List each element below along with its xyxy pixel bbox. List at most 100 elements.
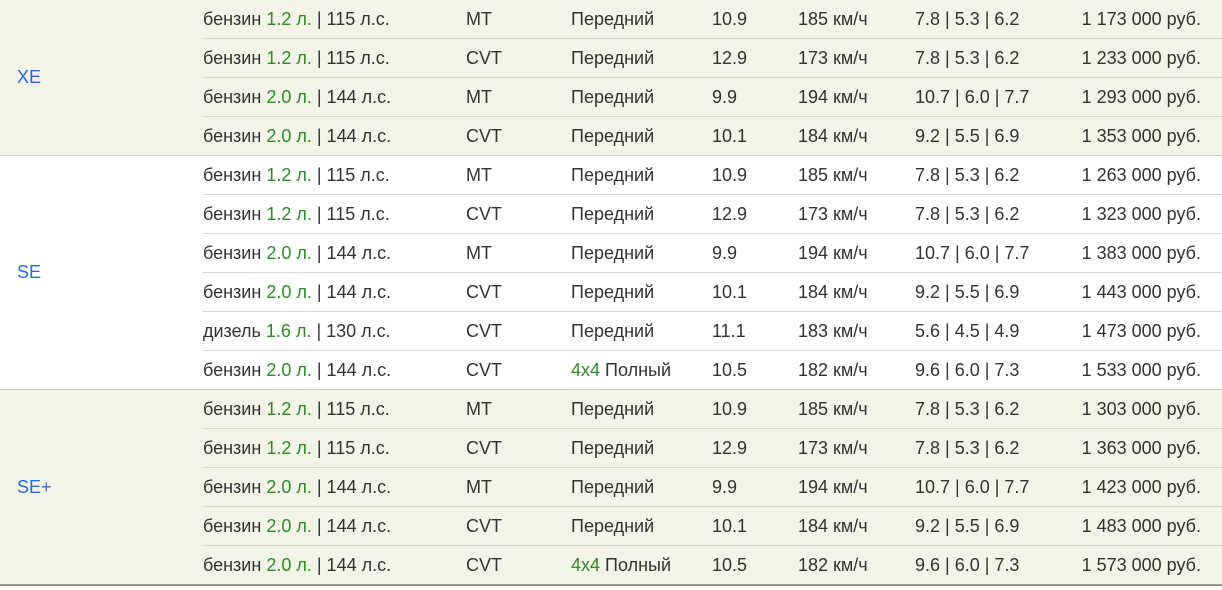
- trim-rows: бензин 1.2 л. | 115 л.с. MT Передний 10.9 18…: [203, 0, 1222, 155]
- engine-power: | 144 л.с.: [316, 516, 392, 536]
- top-speed-cell: 185 км/ч: [798, 9, 868, 29]
- trim-group: XE бензин 1.2 л. | 115 л.с. MT Передний 10.9…: [0, 0, 1222, 156]
- fuel-type: бензин: [203, 516, 262, 536]
- drive-cell: 4x4 Полный: [571, 351, 671, 389]
- engine-cell: бензин 1.2 л. | 115 л.с.: [203, 195, 390, 233]
- engine-volume: 1.2 л.: [266, 204, 312, 224]
- price-cell: 1 233 000 руб.: [1081, 48, 1201, 68]
- drive-type: Передний: [571, 282, 655, 302]
- engine-cell: бензин 1.2 л. | 115 л.с.: [203, 429, 390, 467]
- drive-type: Передний: [571, 477, 655, 497]
- drive-cell: Передний: [571, 273, 654, 311]
- fuel-type: бензин: [203, 165, 262, 185]
- engine-cell: бензин 1.2 л. | 115 л.с.: [203, 390, 390, 428]
- fuel-consumption-cell: 10.7 | 6.0 | 7.7: [915, 477, 1030, 497]
- acceleration-cell: 12.9: [712, 204, 748, 224]
- drive-cell: Передний: [571, 156, 654, 194]
- transmission-cell: MT: [466, 399, 492, 419]
- drive-cell: Передний: [571, 507, 654, 545]
- trim-group: SE бензин 1.2 л. | 115 л.с. MT Передний 10.9…: [0, 156, 1222, 390]
- price-cell: 1 293 000 руб.: [1081, 87, 1201, 107]
- engine-cell: бензин 2.0 л. | 144 л.с.: [203, 234, 391, 272]
- fuel-type: бензин: [203, 477, 262, 497]
- top-speed-cell: 173 км/ч: [798, 204, 868, 224]
- engine-volume: 1.6 л.: [265, 321, 312, 341]
- fuel-consumption-cell: 9.2 | 5.5 | 6.9: [915, 516, 1020, 536]
- fuel-consumption-cell: 10.7 | 6.0 | 7.7: [915, 87, 1030, 107]
- drive-cell: Передний: [571, 312, 654, 350]
- fuel-type: дизель: [203, 321, 261, 341]
- table-row: бензин 2.0 л. | 144 л.с. CVT Передний 10.1 1…: [203, 272, 1222, 311]
- engine-volume: 2.0 л.: [266, 516, 312, 536]
- trim-link[interactable]: SE+: [17, 477, 52, 498]
- engine-volume: 2.0 л.: [266, 282, 312, 302]
- acceleration-cell: 10.9: [712, 9, 748, 29]
- engine-volume: 2.0 л.: [266, 126, 312, 146]
- fuel-consumption-cell: 9.6 | 6.0 | 7.3: [915, 555, 1020, 575]
- fuel-type: бензин: [203, 204, 262, 224]
- acceleration-cell: 9.9: [712, 87, 738, 107]
- drive-type: Передний: [571, 516, 655, 536]
- trim-group: SE+ бензин 1.2 л. | 115 л.с. MT Передний 10.…: [0, 390, 1222, 586]
- drive-type: Передний: [571, 243, 655, 263]
- top-speed-cell: 194 км/ч: [798, 87, 868, 107]
- transmission-cell: CVT: [466, 321, 502, 341]
- fuel-type: бензин: [203, 126, 262, 146]
- trim-link[interactable]: SE: [17, 262, 41, 283]
- trim-link[interactable]: XE: [17, 67, 41, 88]
- transmission-cell: CVT: [466, 48, 502, 68]
- engine-volume: 1.2 л.: [266, 9, 312, 29]
- table-row: бензин 1.2 л. | 115 л.с. CVT Передний 12.9 1…: [203, 38, 1222, 77]
- engine-power: | 115 л.с.: [316, 165, 390, 185]
- top-speed-cell: 173 км/ч: [798, 48, 868, 68]
- table-row: бензин 2.0 л. | 144 л.с. CVT 4x4 Полный 10.…: [203, 350, 1222, 389]
- engine-volume: 1.2 л.: [266, 48, 312, 68]
- table-row: бензин 2.0 л. | 144 л.с. CVT 4x4 Полный 10.…: [203, 545, 1222, 584]
- price-cell: 1 323 000 руб.: [1081, 204, 1201, 224]
- top-speed-cell: 182 км/ч: [798, 555, 868, 575]
- drive-badge: 4x4: [571, 360, 601, 380]
- drive-type: Передний: [571, 399, 655, 419]
- engine-power: | 115 л.с.: [316, 438, 390, 458]
- top-speed-cell: 185 км/ч: [798, 399, 868, 419]
- fuel-type: бензин: [203, 399, 262, 419]
- acceleration-cell: 10.9: [712, 399, 748, 419]
- drive-cell: Передний: [571, 390, 654, 428]
- engine-volume: 1.2 л.: [266, 165, 312, 185]
- price-table: XE бензин 1.2 л. | 115 л.с. MT Передний 10.9…: [0, 0, 1222, 586]
- table-row: бензин 2.0 л. | 144 л.с. CVT Передний 10.1 1…: [203, 116, 1222, 155]
- drive-type: Передний: [571, 204, 655, 224]
- drive-type: Передний: [571, 48, 655, 68]
- top-speed-cell: 185 км/ч: [798, 165, 868, 185]
- engine-cell: бензин 2.0 л. | 144 л.с.: [203, 351, 391, 389]
- engine-cell: бензин 2.0 л. | 144 л.с.: [203, 117, 391, 155]
- drive-type: Передний: [571, 165, 655, 185]
- price-cell: 1 173 000 руб.: [1081, 9, 1201, 29]
- acceleration-cell: 10.1: [712, 126, 748, 146]
- engine-volume: 2.0 л.: [266, 360, 312, 380]
- acceleration-cell: 10.5: [712, 360, 748, 380]
- engine-volume: 2.0 л.: [266, 555, 312, 575]
- engine-power: | 144 л.с.: [316, 360, 392, 380]
- price-cell: 1 303 000 руб.: [1081, 399, 1201, 419]
- engine-power: | 144 л.с.: [316, 477, 392, 497]
- price-cell: 1 383 000 руб.: [1081, 243, 1201, 263]
- fuel-type: бензин: [203, 360, 262, 380]
- drive-type: Передний: [571, 87, 655, 107]
- fuel-type: бензин: [203, 555, 262, 575]
- price-cell: 1 533 000 руб.: [1081, 360, 1201, 380]
- fuel-consumption-cell: 9.2 | 5.5 | 6.9: [915, 282, 1020, 302]
- engine-power: | 144 л.с.: [316, 282, 392, 302]
- trim-cell: SE+: [0, 390, 203, 584]
- fuel-consumption-cell: 9.6 | 6.0 | 7.3: [915, 360, 1020, 380]
- price-cell: 1 363 000 руб.: [1081, 438, 1201, 458]
- drive-cell: Передний: [571, 195, 654, 233]
- acceleration-cell: 10.1: [712, 282, 748, 302]
- engine-volume: 2.0 л.: [266, 477, 312, 497]
- fuel-type: бензин: [203, 87, 262, 107]
- drive-type: Передний: [571, 438, 655, 458]
- drive-cell: Передний: [571, 234, 654, 272]
- acceleration-cell: 9.9: [712, 243, 738, 263]
- fuel-consumption-cell: 7.8 | 5.3 | 6.2: [915, 165, 1020, 185]
- transmission-cell: CVT: [466, 516, 502, 536]
